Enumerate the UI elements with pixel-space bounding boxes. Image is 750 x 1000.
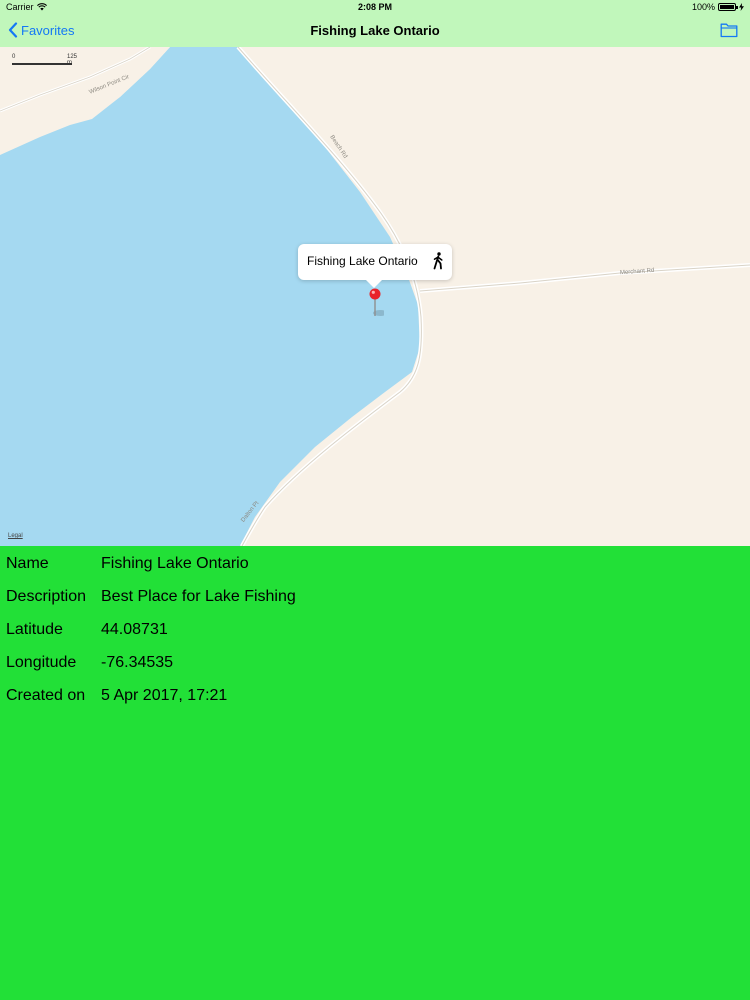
- longitude-label: Longitude: [6, 654, 77, 671]
- created-label: Created on: [6, 687, 86, 704]
- name-label: Name: [6, 555, 49, 572]
- status-time: 2:08 PM: [357, 2, 392, 12]
- charging-icon: [739, 3, 744, 11]
- description-label: Description: [6, 588, 87, 605]
- map-scale: 0 125 m: [12, 54, 77, 66]
- battery-percent: 100%: [691, 2, 715, 12]
- map-callout[interactable]: Fishing Lake Ontario: [298, 244, 452, 288]
- latitude-value: 44.08731: [101, 621, 168, 638]
- name-value: Fishing Lake Ontario: [101, 555, 249, 572]
- battery-fill: [720, 5, 734, 9]
- top-bar: Carrier 2:08 PM 100% Favorites Fishing L…: [0, 0, 750, 47]
- longitude-value: -76.34535: [101, 654, 174, 671]
- map-pin-icon[interactable]: [368, 287, 384, 319]
- callout-title: Fishing Lake Ontario: [307, 254, 418, 268]
- navigation-bar: Favorites Fishing Lake Ontario: [0, 14, 750, 47]
- latitude-label: Latitude: [6, 621, 63, 638]
- description-value: Best Place for Lake Fishing: [101, 588, 296, 605]
- status-bar: Carrier 2:08 PM 100%: [0, 0, 750, 14]
- folder-icon: [720, 23, 738, 38]
- folder-button[interactable]: [720, 22, 738, 43]
- walking-person-icon[interactable]: [432, 252, 444, 270]
- status-right: 100%: [692, 2, 744, 12]
- page-title: Fishing Lake Ontario: [310, 23, 440, 38]
- details-panel: Name Fishing Lake Ontario Description Be…: [0, 546, 750, 1000]
- map-view[interactable]: 0 125 m Wilson Point Cir Beach Rd Mercha…: [0, 47, 750, 546]
- scale-start-label: 0: [12, 54, 16, 60]
- legal-link[interactable]: Legal: [8, 533, 23, 539]
- battery-icon: [718, 3, 738, 11]
- scale-bar: [12, 63, 72, 65]
- created-value: 5 Apr 2017, 17:21: [101, 687, 228, 704]
